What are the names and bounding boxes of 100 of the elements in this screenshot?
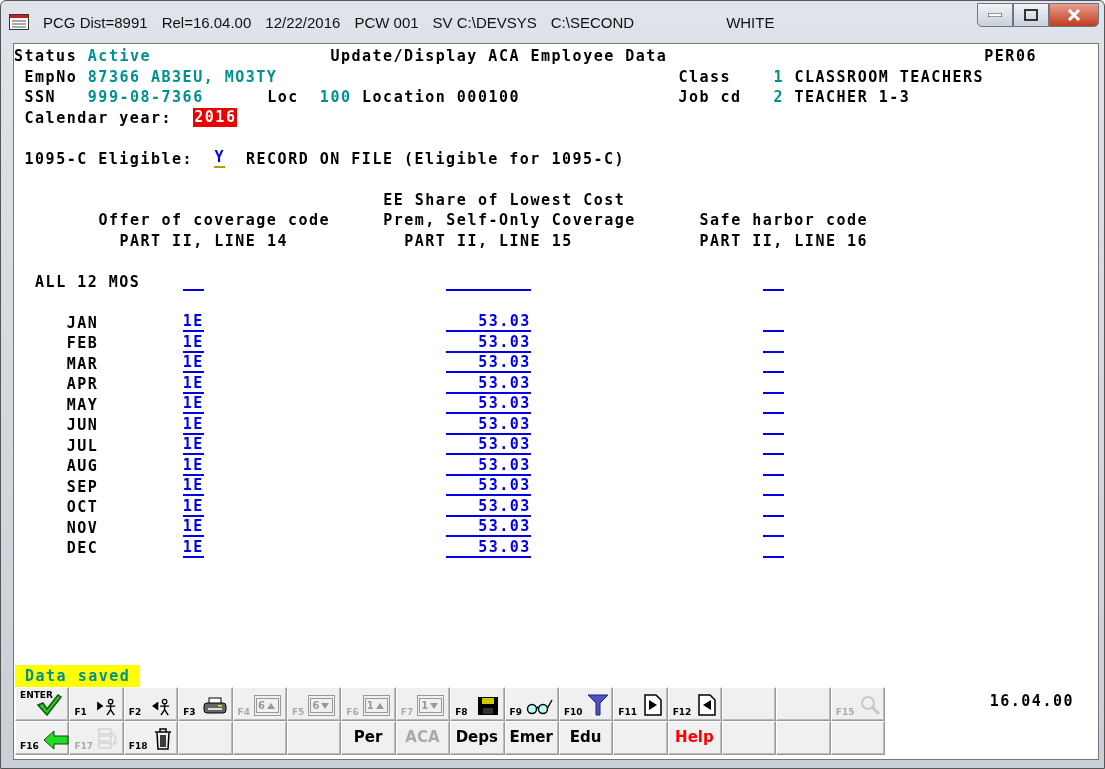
ee-share-field[interactable]: 53.03 [446,415,531,435]
function-key-button[interactable]: Help [667,721,723,755]
function-key-button[interactable]: F12 [667,687,723,721]
function-key-button[interactable]: F1 [69,687,124,721]
month-label: AUG [66,456,99,477]
job-code: 2 [773,87,784,108]
function-key-button[interactable]: Per [341,721,396,755]
title-bar-field: 12/22/2016 [265,13,341,31]
offer-code-field[interactable]: 1E [182,354,204,374]
status-label: Status [14,46,78,67]
employee-number-value: 87366 AB3EU, MO3TY [87,66,278,87]
location-name: Location 000100 [362,87,520,108]
printer-icon [202,696,227,716]
function-key-button[interactable]: F11 [613,687,668,721]
column-header: Safe harbor code [699,210,869,231]
ee-share-field[interactable]: 53.03 [446,477,531,497]
column-header: PART II, LINE 15 [404,230,573,251]
function-key-button[interactable]: F18 [123,721,179,755]
ee-share-field[interactable]: 53.03 [446,497,531,517]
month-label: SEP [66,476,99,497]
month-label: FEB [66,333,99,354]
maximize-icon [1024,9,1038,21]
function-key-button[interactable]: Edu [558,721,614,755]
title-bar-field: SV C:\DEVSYS [432,13,537,31]
ssn-label: SSN [24,87,57,108]
ee-share-field[interactable]: 53.03 [446,395,531,415]
function-key-button[interactable]: F8 [450,687,505,721]
column-header: EE Share of Lowest Cost [383,189,626,210]
version-number: 16.04.00 [989,691,1074,711]
app-icon [9,14,29,30]
offer-code-field[interactable]: 1E [182,456,204,476]
eligibility-message: RECORD ON FILE (Eligible for 1095-C) [246,148,626,169]
left-arrow-icon [42,730,69,750]
month-label: APR [66,374,99,395]
ee-share-field[interactable]: 53.03 [446,436,531,456]
ee-share-field[interactable]: 53.03 [446,313,531,333]
offer-code-field[interactable]: 1E [182,395,204,415]
column-header: PART II, LINE 14 [119,230,288,251]
minimize-button[interactable] [977,3,1013,27]
function-key-button[interactable]: Deps [450,721,505,755]
close-button[interactable] [1049,3,1099,27]
close-icon [1067,9,1081,21]
offer-code-field[interactable]: 1E [182,477,204,497]
offer-code-field[interactable]: 1E [182,518,204,538]
blank-key-button[interactable] [776,721,831,755]
blank-key-button[interactable] [776,687,831,721]
document-arrow-icon [643,694,662,716]
column-header: PART II, LINE 16 [699,230,869,251]
offer-code-field[interactable]: 1E [182,415,204,435]
function-key-button[interactable]: F10 [558,687,614,721]
location-label: Loc [267,87,299,108]
offer-code-field[interactable]: 1E [182,333,204,353]
blank-key-button[interactable] [178,721,233,755]
ee-share-field[interactable]: 53.03 [446,538,531,558]
month-label: JUN [66,415,99,436]
blank-key-button[interactable] [613,721,668,755]
column-header: Offer of coverage code [98,210,331,231]
title-bar-field: Rel=16.04.00 [161,13,252,31]
offer-code-field[interactable]: 1E [182,313,204,333]
ee-share-field[interactable]: 53.03 [446,354,531,374]
offer-code-field[interactable]: 1E [182,374,204,394]
ssn-value: 999-08-7366 [87,87,204,108]
search-icon [858,694,881,716]
calendar-year-label: Calendar year: [24,107,172,128]
ee-share-field[interactable]: 53.03 [446,456,531,476]
function-key-button[interactable]: F9 [504,687,559,721]
ee-share-field[interactable]: 53.03 [446,518,531,538]
function-key-button[interactable]: F3 [178,687,233,721]
offer-code-field[interactable]: 1E [182,436,204,456]
funnel-icon [586,694,609,716]
blank-key-button[interactable] [722,687,777,721]
class-name: CLASSROOM TEACHERS [794,66,985,87]
screen-id: PER06 [984,46,1037,67]
all-months-label: ALL 12 MOS [35,271,141,292]
function-key-button[interactable]: Emer [504,721,559,755]
title-bar-field: WHITE [726,13,775,31]
document-arrow-icon [698,694,717,716]
blank-key-button[interactable] [286,721,342,755]
title-bar-field: C:\SECOND [550,13,635,31]
title-bar-field: PCG Dist=8991 [43,13,148,31]
ee-share-field[interactable]: 53.03 [446,333,531,353]
maximize-button[interactable] [1013,3,1049,27]
month-label: JUL [66,435,99,456]
minimize-icon [988,13,1002,17]
column-header: Prem, Self-Only Coverage [383,210,636,231]
eligible-field[interactable]: Y [214,149,225,169]
class-label: Class [678,66,732,87]
ee-share-field[interactable]: 53.03 [446,374,531,394]
offer-code-field[interactable]: 1E [182,538,204,558]
function-key-button[interactable]: ENTER [15,687,70,721]
location-code: 100 [319,87,352,108]
function-key-button[interactable]: F16 [15,721,70,755]
blank-key-button[interactable] [722,721,777,755]
function-key-button[interactable]: F2 [123,687,179,721]
offer-code-field[interactable]: 1E [182,497,204,517]
blank-key-button[interactable] [232,721,287,755]
status-message: Data saved [15,665,141,687]
blank-key-button[interactable] [830,721,886,755]
job-name: TEACHER 1-3 [794,87,911,108]
month-label: OCT [66,497,99,518]
